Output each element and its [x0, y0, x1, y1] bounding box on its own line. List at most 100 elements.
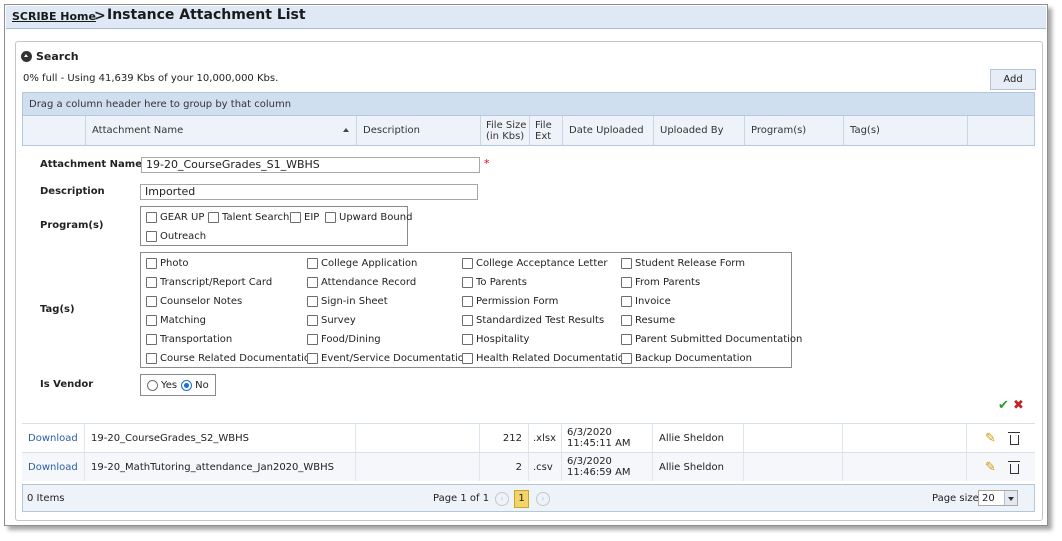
tag-checkbox[interactable]: Parent Submitted Documentation: [621, 334, 802, 345]
tag-checkbox[interactable]: College Acceptance Letter: [462, 258, 608, 269]
tag-checkbox[interactable]: Photo: [146, 258, 189, 269]
programs-checklist: GEAR UP Talent Search EIP Upward Bound O…: [140, 206, 412, 246]
item-count: 0 Items: [27, 493, 65, 504]
description-cell: [355, 453, 479, 481]
tag-label: Transcript/Report Card: [160, 277, 273, 288]
date-text: 6/3/2020: [567, 427, 612, 438]
trash-icon[interactable]: [1007, 460, 1020, 474]
page-size-value: 20: [982, 493, 995, 504]
header-file-size[interactable]: File Size (in Kbs): [480, 116, 529, 145]
checkbox: [146, 231, 157, 242]
program-checkbox-eip[interactable]: EIP: [290, 212, 319, 223]
attachment-name-label: Attachment Name: [40, 159, 142, 170]
tag-checkbox[interactable]: Invoice: [621, 296, 671, 307]
header-file-ext[interactable]: File Ext: [529, 116, 562, 145]
tag-checkbox[interactable]: Attendance Record: [307, 277, 416, 288]
tag-label: College Application: [321, 258, 418, 269]
tag-label: Hospitality: [476, 334, 530, 345]
program-checkbox-talent-search[interactable]: Talent Search: [208, 212, 289, 223]
tag-checkbox[interactable]: College Application: [307, 258, 417, 269]
trash-icon[interactable]: [1007, 431, 1020, 445]
date-text: 6/3/2020: [567, 456, 612, 467]
checkbox: [621, 334, 632, 345]
program-checkbox-upward-bound[interactable]: Upward Bound: [325, 212, 412, 223]
download-link[interactable]: Download: [28, 433, 78, 444]
checkbox: [208, 212, 219, 223]
description-cell: [355, 424, 479, 452]
checkbox: [462, 277, 473, 288]
group-by-panel[interactable]: Drag a column header here to group by th…: [22, 92, 1035, 116]
add-button[interactable]: Add: [990, 69, 1036, 90]
breadcrumb-separator: >: [94, 8, 106, 24]
tag-checkbox[interactable]: Resume: [621, 315, 675, 326]
table-row: Download 19-20_CourseGrades_S2_WBHS 212 …: [22, 423, 1035, 452]
tag-checkbox[interactable]: From Parents: [621, 277, 700, 288]
header-uploaded-by[interactable]: Uploaded By: [653, 116, 744, 145]
tag-checkbox[interactable]: Student Release Form: [621, 258, 745, 269]
tag-checkbox[interactable]: Backup Documentation: [621, 353, 752, 364]
file-size-cell: 212: [479, 424, 528, 452]
search-toggle[interactable]: Search: [21, 50, 79, 63]
tag-label: Student Release Form: [635, 258, 745, 269]
tag-checkbox[interactable]: Course Related Documentation: [146, 353, 316, 364]
tag-checkbox[interactable]: Permission Form: [462, 296, 558, 307]
program-label: Upward Bound: [339, 212, 413, 223]
grid-pager: 0 Items Page 1 of 1 ‹ 1 › Page size: 20: [22, 484, 1035, 512]
tag-checkbox[interactable]: Counselor Notes: [146, 296, 242, 307]
checkbox: [621, 315, 632, 326]
header-attachment-name[interactable]: Attachment Name: [85, 116, 356, 145]
program-checkbox-outreach[interactable]: Outreach: [146, 231, 206, 242]
attachment-name-cell: 19-20_CourseGrades_S2_WBHS: [84, 424, 355, 452]
checkbox: [325, 212, 336, 223]
tag-checkbox[interactable]: Transportation: [146, 334, 232, 345]
tag-checkbox[interactable]: Matching: [146, 315, 206, 326]
tag-checkbox[interactable]: Event/Service Documentation: [307, 353, 470, 364]
header-tags[interactable]: Tag(s): [843, 116, 967, 145]
pencil-icon[interactable]: ✎: [985, 432, 996, 445]
page-size-select[interactable]: 20: [978, 490, 1018, 506]
checkmark-icon[interactable]: ✔: [998, 398, 1009, 413]
tags-checklist: Photo College Application College Acceptan…: [140, 252, 802, 368]
download-link[interactable]: Download: [28, 462, 78, 473]
tag-checkbox[interactable]: Hospitality: [462, 334, 529, 345]
checkbox: [462, 353, 473, 364]
header-date-uploaded[interactable]: Date Uploaded: [562, 116, 653, 145]
attachment-name-input[interactable]: 19-20_CourseGrades_S1_WBHS: [141, 157, 480, 173]
tag-checkbox[interactable]: Standardized Test Results: [462, 315, 604, 326]
tag-checkbox[interactable]: To Parents: [462, 277, 527, 288]
sort-ascending-icon: [343, 128, 349, 132]
chevron-down-icon: [1004, 491, 1017, 505]
file-size-cell: 2: [479, 453, 528, 481]
checkbox: [462, 296, 473, 307]
table-row: Download 19-20_MathTutoring_attendance_J…: [22, 452, 1035, 481]
checkbox: [307, 353, 318, 364]
tag-label: Permission Form: [476, 296, 559, 307]
tag-checkbox[interactable]: Sign-in Sheet: [307, 296, 388, 307]
description-input[interactable]: Imported: [140, 184, 478, 200]
file-ext-cell: .csv: [528, 453, 561, 481]
is-vendor-label: Is Vendor: [40, 379, 94, 390]
pencil-icon[interactable]: ✎: [985, 461, 996, 474]
vendor-yes-label: Yes: [161, 379, 178, 391]
row-actions: ✎: [966, 453, 1034, 481]
breadcrumb-home-link[interactable]: SCRIBE Home: [12, 10, 96, 23]
program-checkbox-gear-up[interactable]: GEAR UP: [146, 212, 204, 223]
header-file-size-line2: (in Kbs): [486, 130, 525, 142]
previous-page-icon[interactable]: ‹: [495, 492, 509, 506]
tag-label: Event/Service Documentation: [321, 353, 471, 364]
tag-checkbox[interactable]: Food/Dining: [307, 334, 381, 345]
download-cell: Download: [22, 424, 84, 452]
next-page-icon[interactable]: ›: [536, 492, 550, 506]
tag-checkbox[interactable]: Health Related Documentation: [462, 353, 630, 364]
tag-label: Attendance Record: [321, 277, 417, 288]
vendor-yes-radio[interactable]: Yes: [147, 379, 178, 391]
header-description[interactable]: Description: [356, 116, 480, 145]
tag-checkbox[interactable]: Survey: [307, 315, 356, 326]
header-edit-actions: [967, 116, 1035, 145]
vendor-no-radio[interactable]: No: [181, 379, 209, 391]
tag-checkbox[interactable]: Transcript/Report Card: [146, 277, 272, 288]
current-page-button[interactable]: 1: [514, 490, 529, 508]
close-icon[interactable]: ✖: [1013, 398, 1024, 413]
header-programs[interactable]: Program(s): [744, 116, 843, 145]
checkbox: [290, 212, 301, 223]
